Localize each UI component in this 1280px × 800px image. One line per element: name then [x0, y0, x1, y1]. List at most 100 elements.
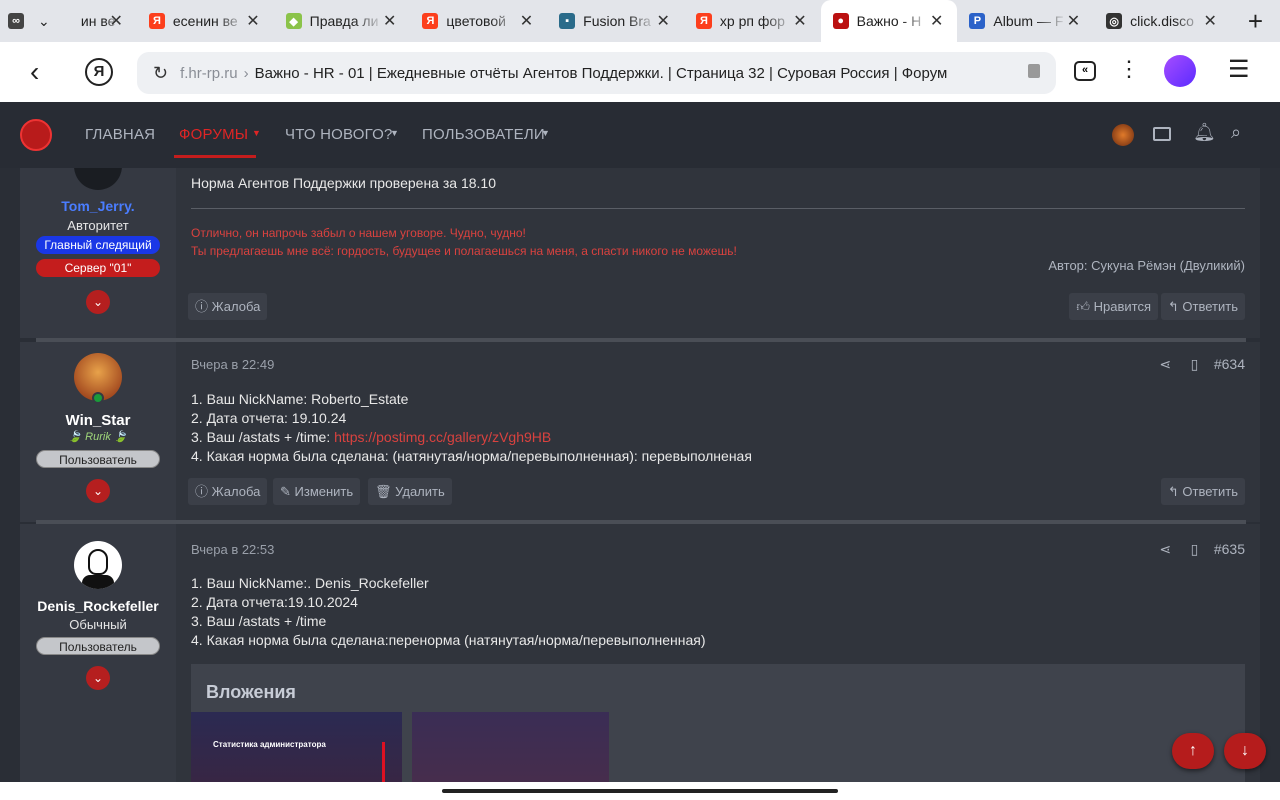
ghostface-body — [82, 575, 114, 589]
gallery-link[interactable]: https://postimg.cc/gallery/zVgh9HB — [334, 429, 551, 445]
close-icon[interactable]: ✕ — [930, 11, 943, 31]
tab-favicon-icon: P — [969, 13, 986, 29]
avatar[interactable] — [1112, 124, 1134, 146]
tab-favicon-icon: Я — [422, 13, 439, 29]
new-tab-icon[interactable]: + — [1231, 6, 1280, 37]
avatar[interactable] — [74, 541, 122, 589]
reload-icon[interactable]: ↻ — [153, 63, 168, 84]
address-bar[interactable]: ↻ f.hr-rp.ru › Важно - HR - 01 | Ежеднев… — [137, 52, 1056, 94]
post-line: 3. Ваш /astats + /time: https://postimg.… — [191, 428, 551, 447]
post-line: 3. Ваш /astats + /time — [191, 613, 327, 629]
close-icon[interactable]: ✕ — [656, 11, 669, 31]
button-label: Жалоба — [211, 299, 261, 314]
bookmark-icon[interactable]: ▯ — [1191, 541, 1199, 557]
mail-icon[interactable] — [1153, 127, 1171, 141]
close-icon[interactable]: ✕ — [1067, 11, 1080, 31]
search-icon[interactable]: ⌕ — [1231, 122, 1241, 143]
post-user-panel: Denis_Rockefeller Обычный Пользователь ⌄ — [20, 524, 176, 790]
scroll-down-button[interactable]: ↓ — [1224, 733, 1266, 769]
nav-users[interactable]: ПОЛЬЗОВАТЕЛИ — [422, 126, 545, 143]
post-number[interactable]: #635 — [1214, 541, 1245, 557]
browser-tab[interactable]: ◆ Правда ли ✕ — [274, 0, 411, 42]
username[interactable]: Tom_Jerry. — [20, 198, 176, 214]
like-button[interactable]: 👍︎ Нравится — [1069, 293, 1158, 320]
chevron-down-icon: ▼ — [390, 128, 399, 138]
browser-tab[interactable]: ∞ ⌄ — [0, 0, 69, 42]
avatar[interactable] — [74, 168, 122, 190]
alice-icon[interactable] — [1164, 55, 1196, 87]
chevron-down-icon: ▼ — [252, 128, 261, 138]
username[interactable]: Denis_Rockefeller — [20, 598, 176, 614]
back-icon[interactable]: ‹ — [30, 56, 39, 88]
menu-icon[interactable]: ☰ — [1228, 55, 1250, 84]
close-icon[interactable]: ✕ — [793, 11, 806, 31]
attachment-thumbnail[interactable] — [412, 712, 609, 790]
chevron-down-icon[interactable]: ⌄ — [86, 666, 110, 690]
tab-title: Важно - Н — [856, 13, 922, 29]
user-badge: Сервер "01" — [36, 259, 160, 277]
tab-title: цветовой — [446, 13, 506, 29]
delete-button[interactable]: 🗑︎ Удалить — [368, 478, 452, 505]
thread-content: Tom_Jerry. Авторитет Главный следящий Се… — [0, 168, 1280, 790]
site-logo-icon[interactable] — [20, 119, 52, 151]
attachment-thumbnail[interactable]: Статистика администратора — [191, 712, 402, 790]
home-indicator[interactable] — [442, 789, 838, 793]
signature-divider — [191, 208, 1245, 209]
edit-button[interactable]: ✎ Изменить — [273, 478, 361, 505]
nav-whats-new[interactable]: ЧТО НОВОГО? — [285, 126, 393, 143]
share-icon[interactable]: ⋖ — [1159, 356, 1171, 372]
post-line: 2. Дата отчета:19.10.2024 — [191, 594, 358, 610]
post-actions: ⋖ ▯ #635 — [1159, 541, 1245, 558]
browser-tab[interactable]: ● Важно - Н ✕ — [820, 0, 958, 42]
browser-tab-bar: ∞ ⌄ ин ве ✕ Яесенин ве ✕ ◆ Правда ли ✕ Яцветовой ✕… — [0, 0, 1280, 42]
browser-tab[interactable]: ◎ click.disco ✕ — [1094, 0, 1231, 42]
post-date[interactable]: Вчера в 22:49 — [191, 357, 274, 372]
close-icon[interactable]: ✕ — [109, 11, 122, 31]
bookmark-icon[interactable]: ▯ — [1191, 356, 1199, 372]
chevron-down-icon[interactable]: ⌄ — [86, 479, 110, 503]
post-number[interactable]: #634 — [1214, 356, 1245, 372]
chevron-down-icon[interactable]: ⌄ — [38, 13, 50, 30]
close-icon[interactable]: ✕ — [1203, 11, 1216, 31]
post-message: Норма Агентов Поддержки проверена за 18.… — [191, 175, 496, 191]
browser-tab[interactable]: Яхр рп фор ✕ — [684, 0, 821, 42]
reply-button[interactable]: ↰ Ответить — [1160, 293, 1245, 320]
button-label: Нравится — [1093, 299, 1151, 314]
tab-favicon-icon: ▪ — [559, 13, 576, 29]
ghostface-icon — [88, 549, 108, 575]
report-button[interactable]: ⓘ Жалоба — [188, 293, 268, 320]
more-icon[interactable]: ⋮ — [1118, 56, 1140, 82]
post-line: 1. Ваш NickName:. Denis_Rockefeller — [191, 575, 429, 591]
tab-favicon-icon: ◎ — [1106, 13, 1123, 29]
attachments-heading: Вложения — [206, 682, 296, 702]
close-icon[interactable]: ✕ — [383, 11, 396, 31]
browser-tab[interactable]: P Album — F ✕ — [957, 0, 1094, 42]
username[interactable]: Win_Star — [20, 412, 176, 429]
post-date[interactable]: Вчера в 22:53 — [191, 542, 274, 557]
tab-title: Album — F — [993, 13, 1064, 29]
browser-tab[interactable]: ин ве ✕ — [69, 0, 137, 42]
bell-icon[interactable]: 🔔︎ — [1193, 122, 1216, 143]
yandex-logo-icon[interactable]: Я — [85, 58, 113, 86]
nav-home[interactable]: ГЛАВНАЯ — [85, 126, 155, 143]
browser-tab[interactable]: Яцветовой ✕ — [410, 0, 547, 42]
nav-active-indicator — [174, 155, 256, 158]
user-title: Авторитет — [67, 218, 129, 233]
browser-tab[interactable]: Яесенин ве ✕ — [137, 0, 274, 42]
report-button[interactable]: ⓘ Жалоба — [188, 478, 268, 505]
close-icon[interactable]: ✕ — [246, 11, 259, 31]
close-icon[interactable]: ✕ — [520, 11, 533, 31]
thumbnail-caption: Статистика администратора — [213, 740, 326, 749]
user-badge: Пользователь — [36, 450, 160, 468]
url-domain: f.hr-rp.ru — [180, 64, 238, 82]
chevron-down-icon[interactable]: ⌄ — [86, 290, 110, 314]
scroll-up-button[interactable]: ↑ — [1172, 733, 1214, 769]
nav-forums[interactable]: ФОРУМЫ — [179, 126, 248, 143]
browser-tab[interactable]: ▪ Fusion Bra ✕ — [547, 0, 684, 42]
button-label: Ответить — [1182, 484, 1238, 499]
share-icon[interactable]: ⋖ — [1159, 541, 1171, 557]
chat-icon[interactable]: « — [1074, 61, 1096, 81]
post-line: 4. Какая норма была сделана: (натянутая/… — [191, 448, 752, 464]
tab-favicon-icon: Я — [148, 13, 165, 29]
reply-button[interactable]: ↰ Ответить — [1160, 478, 1245, 505]
